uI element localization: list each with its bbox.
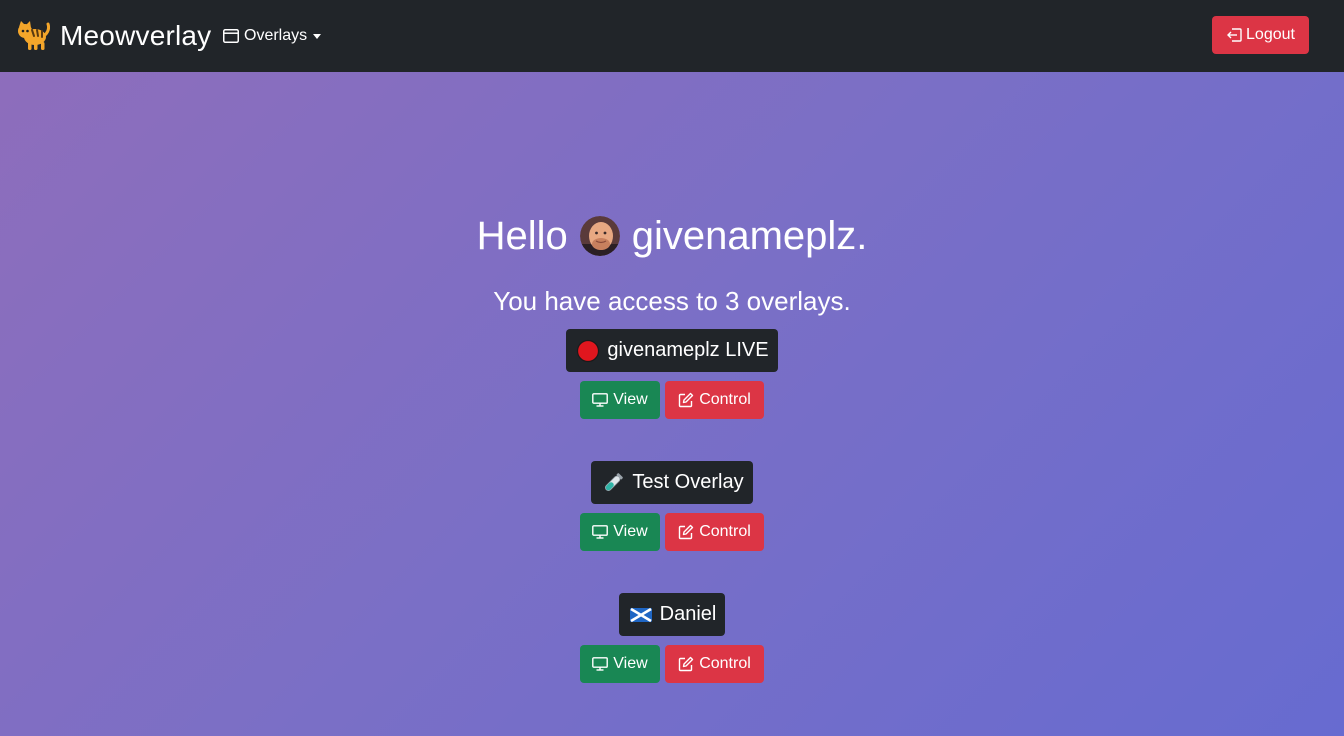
view-button[interactable]: View <box>580 381 660 419</box>
greeting-username: givenameplz. <box>631 213 868 258</box>
view-label: View <box>613 655 648 672</box>
overlay-card: Test Overlay View Control <box>0 461 1344 551</box>
overlays-dropdown[interactable]: Overlays <box>223 25 322 47</box>
control-label: Control <box>699 391 751 408</box>
window-icon <box>223 29 239 43</box>
logout-icon <box>1226 28 1242 42</box>
brand-name: Meowverlay <box>60 20 212 51</box>
control-label: Control <box>699 523 751 540</box>
control-button[interactable]: Control <box>665 513 764 551</box>
greeting-heading: Hello givenameplz. <box>0 208 1344 264</box>
overlay-title: givenameplz LIVE <box>566 329 778 372</box>
avatar <box>579 216 620 256</box>
overlay-name: Daniel <box>659 603 717 625</box>
view-label: View <box>613 391 648 408</box>
overlay-card: Daniel View Control <box>0 593 1344 683</box>
red-circle-icon <box>576 339 600 363</box>
monitor-icon <box>592 657 609 671</box>
test-tube-icon <box>601 471 625 495</box>
control-label: Control <box>699 655 751 672</box>
view-label: View <box>613 523 648 540</box>
monitor-icon <box>592 525 609 539</box>
brand-link[interactable]: Meowverlay <box>16 18 211 54</box>
top-navbar: Meowverlay Overlays Logout <box>0 0 1344 72</box>
overlay-name: Test Overlay <box>632 471 744 493</box>
greeting-hello: Hello <box>476 213 568 258</box>
overlay-title: Daniel <box>618 593 726 636</box>
edit-icon <box>678 524 694 540</box>
overlay-name: givenameplz LIVE <box>607 339 769 361</box>
access-summary: You have access to 3 overlays. <box>493 286 851 316</box>
view-button[interactable]: View <box>580 513 660 551</box>
logout-label: Logout <box>1246 26 1295 43</box>
caret-down-icon <box>313 33 322 39</box>
monitor-icon <box>592 393 609 407</box>
logout-button[interactable]: Logout <box>1212 16 1309 54</box>
edit-icon <box>678 392 694 408</box>
cat-icon <box>16 20 50 52</box>
overlay-card: givenameplz LIVE View Control <box>0 329 1344 419</box>
overlay-title: Test Overlay <box>591 461 753 504</box>
control-button[interactable]: Control <box>665 381 764 419</box>
scotland-flag-icon <box>629 603 653 627</box>
view-button[interactable]: View <box>580 645 660 683</box>
edit-icon <box>678 656 694 672</box>
control-button[interactable]: Control <box>665 645 764 683</box>
overlays-dropdown-label: Overlays <box>244 27 308 44</box>
